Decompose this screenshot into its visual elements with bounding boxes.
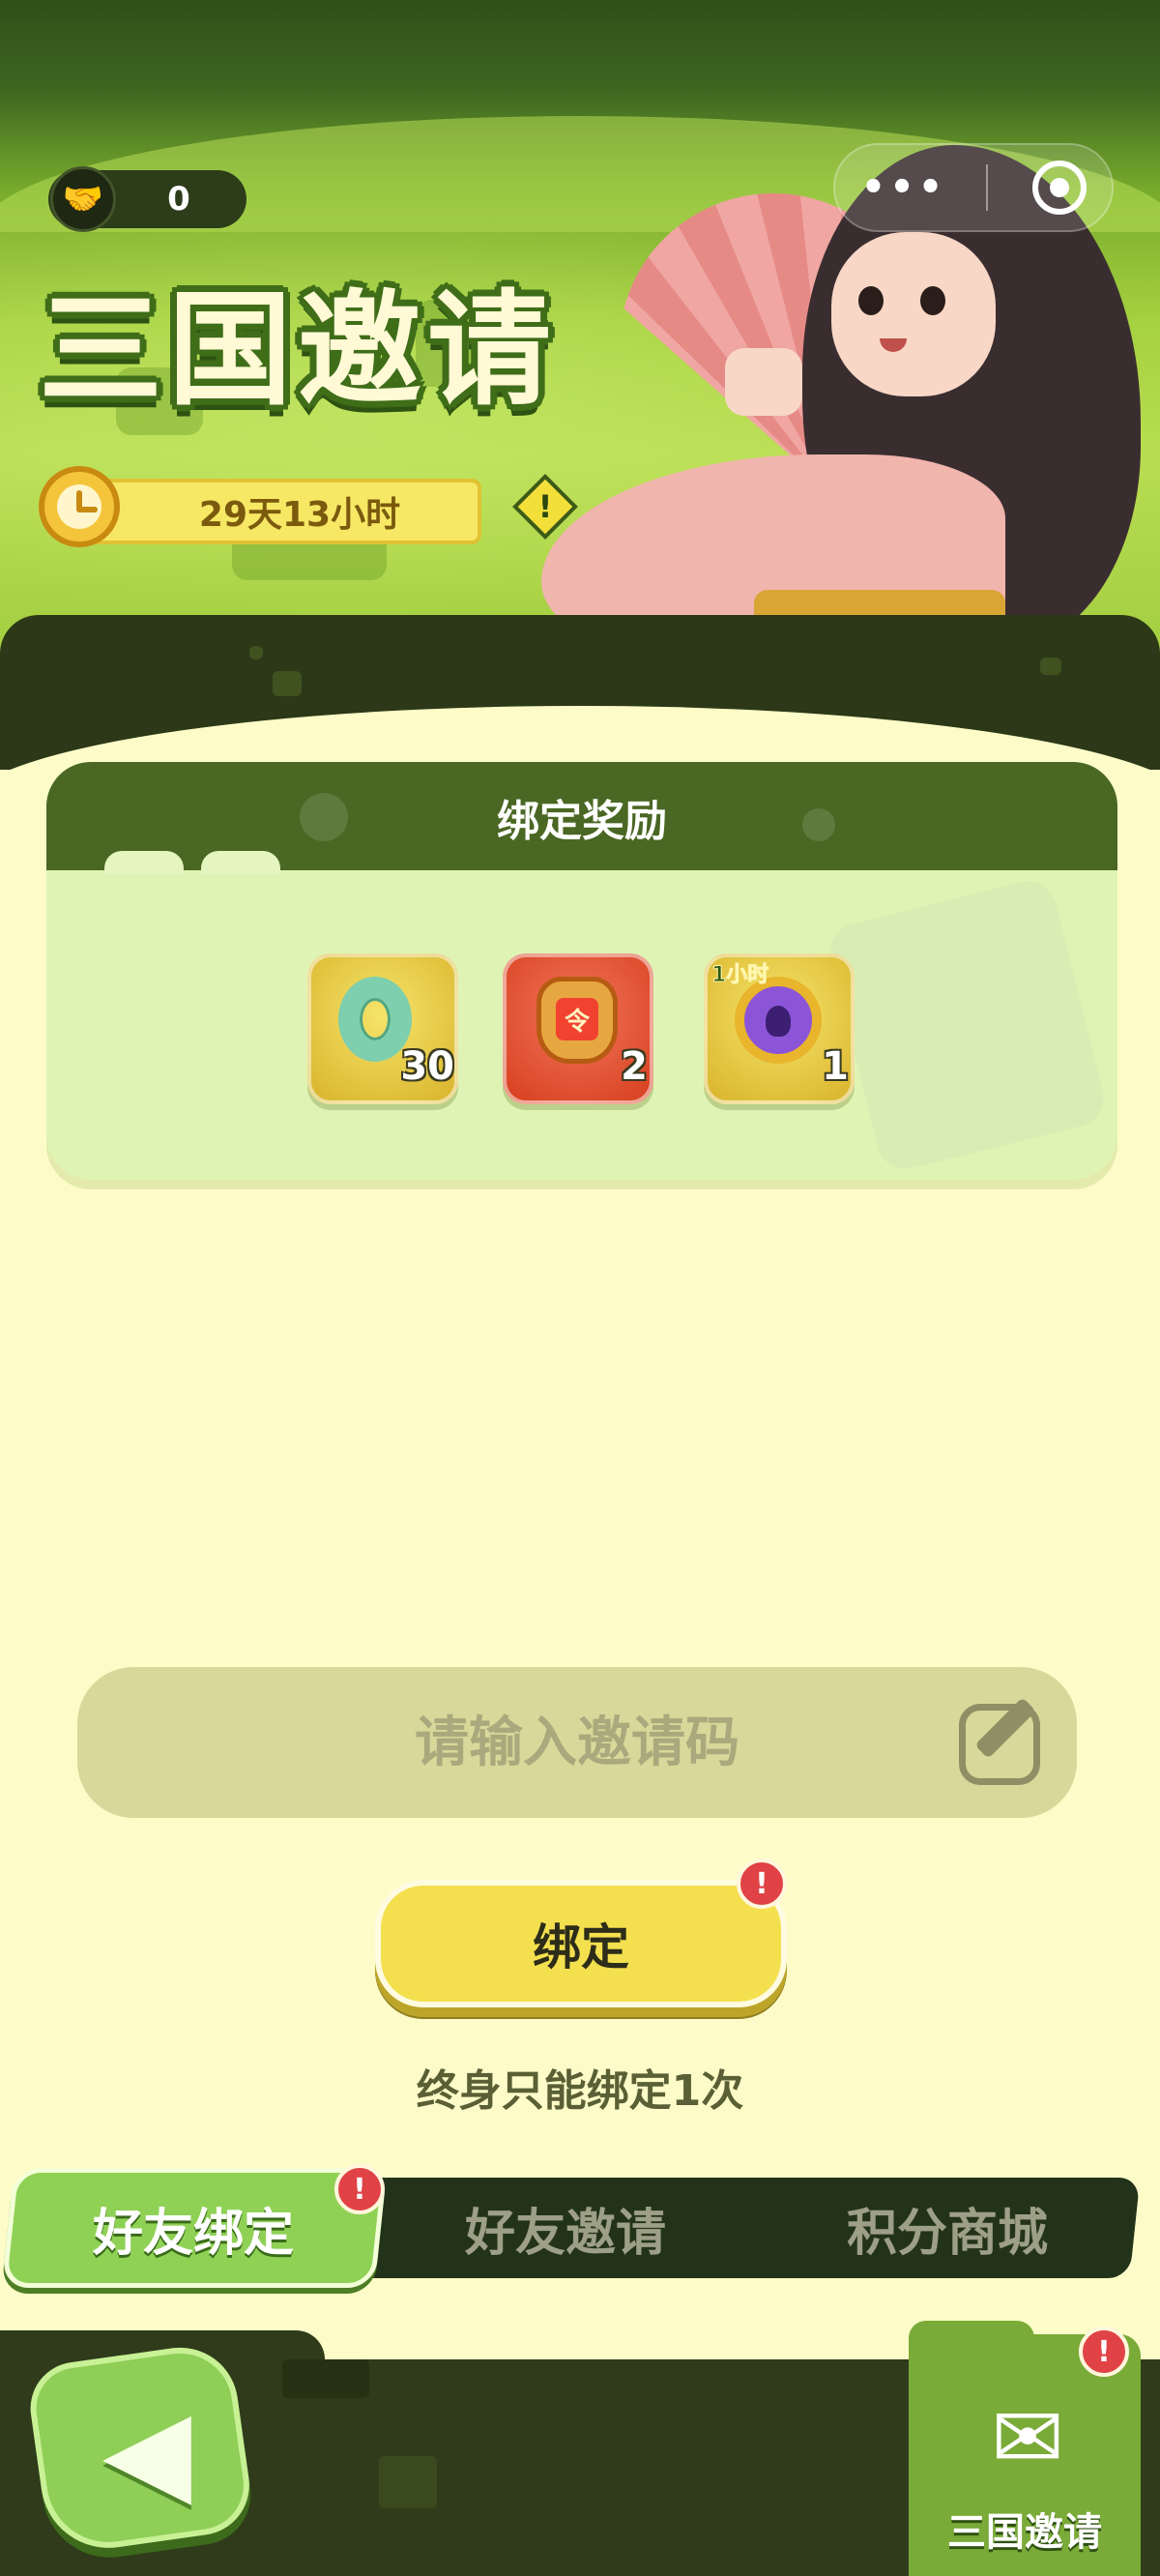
decoration-square <box>273 671 302 696</box>
character-eye <box>920 286 945 315</box>
bind-limit-hint: 终身只能绑定1次 <box>416 2066 744 2116</box>
handshake-icon: 🤝 <box>50 166 116 232</box>
bind-reward-title: 绑定奖励 <box>497 797 667 846</box>
reward-quantity: 30 <box>400 1044 454 1089</box>
tab-alert-badge: ! <box>334 2164 385 2214</box>
close-target-icon[interactable] <box>1032 161 1087 215</box>
back-arrow-icon: ◀ <box>102 2384 192 2519</box>
tab-friend-bind[interactable]: 好友绑定 <box>39 2178 348 2278</box>
tab-friend-invite[interactable]: 好友邀请 <box>406 2178 725 2278</box>
rules-info-mark[interactable]: ! <box>522 483 568 530</box>
decoration-square <box>1040 658 1061 675</box>
invite-scroll-icon: ✉ <box>991 2386 1064 2489</box>
decoration-square <box>282 2359 369 2398</box>
character-face <box>831 232 996 396</box>
seal-token-center: 令 <box>556 998 598 1040</box>
more-icon[interactable]: ••• <box>851 153 957 222</box>
side-entry-alert-badge: ! <box>1079 2327 1129 2377</box>
character-hand <box>725 348 802 416</box>
invite-code-input[interactable] <box>77 1667 1077 1818</box>
capsule-divider <box>986 164 988 211</box>
side-entry-label: 三国邀请 <box>947 2510 1102 2555</box>
invite-points-count: 0 <box>167 180 190 219</box>
reward-quantity: 1 <box>822 1044 849 1089</box>
countdown-text: 29天13小时 <box>198 495 401 535</box>
bind-alert-badge: ! <box>737 1859 787 1909</box>
bind-button[interactable]: 绑定 <box>375 1880 787 2007</box>
decoration-square <box>249 646 263 659</box>
stopwatch-figure <box>766 1006 791 1037</box>
reward-quantity: 2 <box>621 1044 648 1089</box>
decoration-square <box>379 2456 437 2508</box>
clock-hand <box>76 507 98 512</box>
tab-points-shop[interactable]: 积分商城 <box>793 2178 1102 2278</box>
character-eye <box>858 286 884 315</box>
page-title: 三国邀请 <box>39 278 558 423</box>
reward-duration-tag: 1小时 <box>711 963 769 988</box>
